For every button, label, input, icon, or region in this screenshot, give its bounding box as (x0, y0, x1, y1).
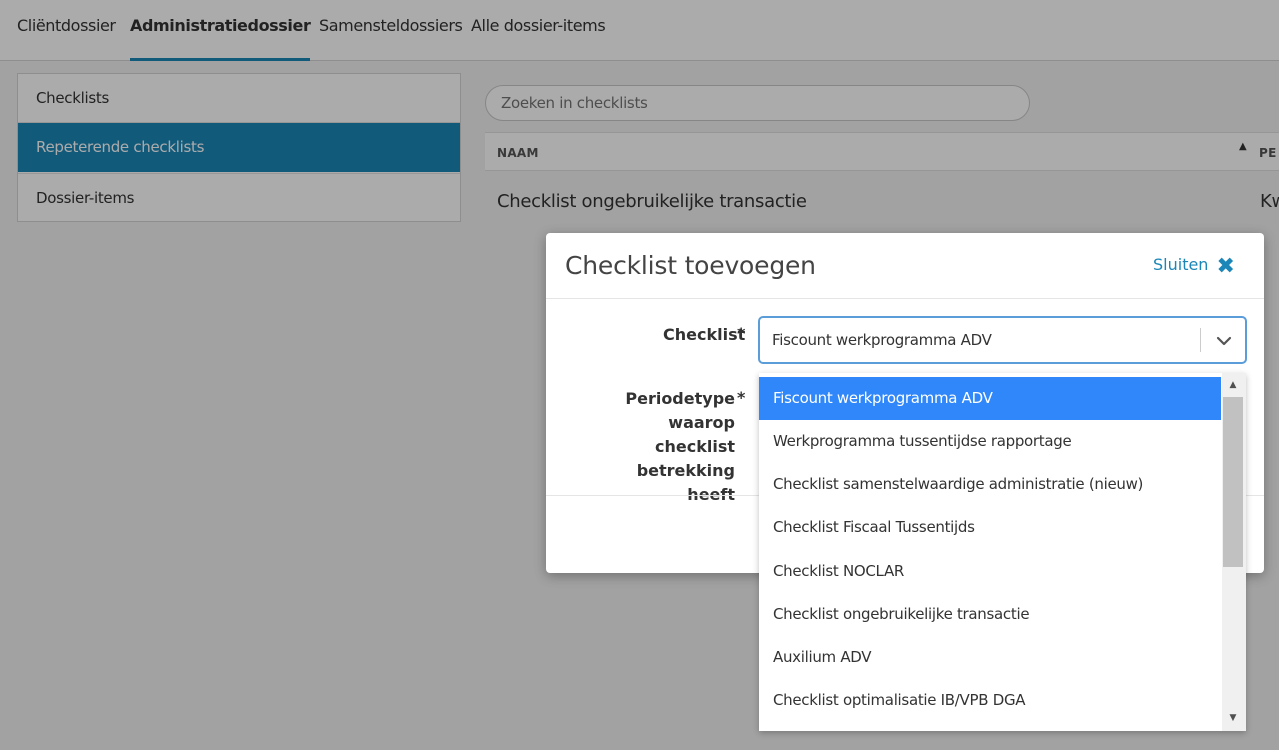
dropdown-scrollbar[interactable]: ▲ ▼ (1222, 373, 1246, 731)
period-type-label-line2: checklist betrekking (636, 437, 735, 480)
dropdown-option[interactable]: Checklist NOCLAR (759, 550, 1221, 593)
dropdown-option[interactable]: Auxilium ADV (759, 636, 1221, 679)
dropdown-option[interactable]: Fiscount werkprogramma ADV (759, 377, 1221, 420)
chevron-down-icon[interactable] (1215, 332, 1233, 350)
checklist-select-value: Fiscount werkprogramma ADV (772, 331, 992, 349)
required-mark: * (737, 324, 746, 343)
dropdown-option[interactable]: Checklist samenstelwaardige administrati… (759, 463, 1221, 506)
dropdown-option[interactable]: Checklist ongebruikelijke transactie (759, 593, 1221, 636)
modal-header: Checklist toevoegen Sluiten ✖ (546, 233, 1264, 299)
close-icon: ✖ (1216, 254, 1235, 279)
scrollbar-thumb[interactable] (1223, 397, 1243, 567)
close-button[interactable]: Sluiten ✖ (1153, 255, 1235, 279)
dropdown-option[interactable]: Checklist optimalisatie IB/VPB DGA (759, 679, 1221, 722)
modal-title: Checklist toevoegen (565, 251, 816, 280)
checklist-dropdown-list[interactable]: Fiscount werkprogramma ADV Werkprogramma… (759, 373, 1246, 731)
dropdown-option[interactable]: Checklist Fiscaal Tussentijds (759, 506, 1221, 549)
checklist-select[interactable]: Fiscount werkprogramma ADV (759, 317, 1246, 363)
scroll-down-arrow-icon[interactable]: ▼ (1222, 708, 1244, 728)
dropdown-option[interactable]: Werkprogramma tussentijdse rapportage (759, 420, 1221, 463)
period-type-label-line1: Periodetype waarop (625, 389, 735, 432)
period-type-label: Periodetype waarop checklist betrekking … (566, 387, 735, 507)
required-mark: * (737, 388, 746, 407)
checklist-label: Checklist (663, 325, 746, 344)
select-separator (1200, 328, 1201, 352)
close-label: Sluiten (1153, 255, 1209, 274)
scroll-up-arrow-icon[interactable]: ▲ (1222, 375, 1244, 395)
